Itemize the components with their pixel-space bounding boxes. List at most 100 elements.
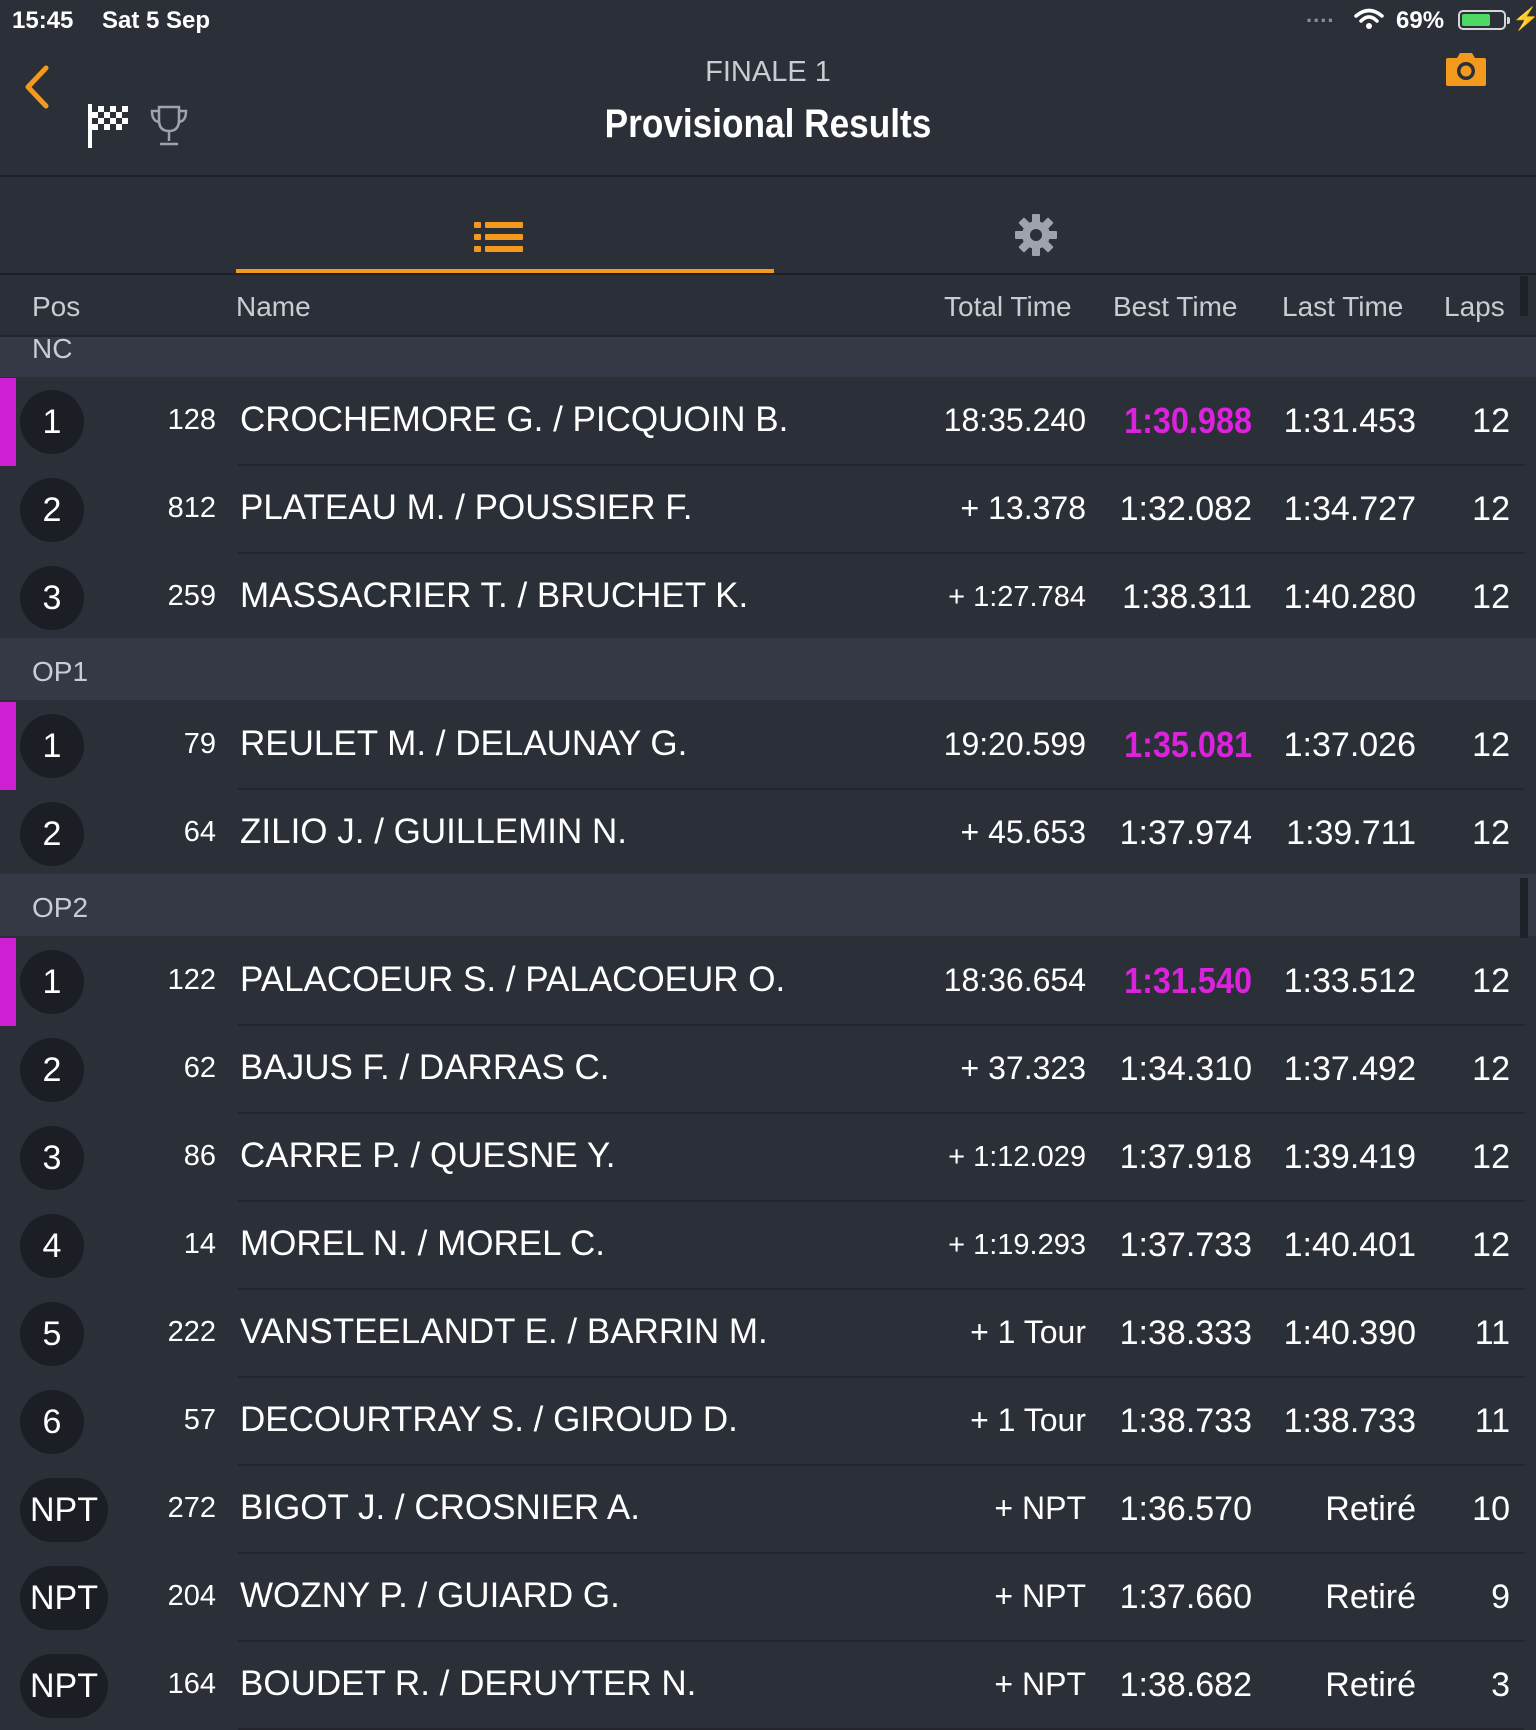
result-row[interactable]: 3 86 CARRE P. / QUESNE Y. + 1:12.029 1:37.91… (0, 1114, 1536, 1202)
kart-number: 222 (167, 1316, 216, 1348)
best-time: 1:35.081 (1124, 724, 1252, 765)
best-time: 1:32.082 (1119, 490, 1252, 528)
total-time: + 13.378 (960, 490, 1086, 526)
position-badge: 5 (20, 1302, 84, 1366)
total-time: + NPT (994, 1666, 1086, 1702)
last-time: 1:39.419 (1283, 1138, 1416, 1176)
tab-settings[interactable] (774, 177, 1312, 273)
group-label: NC (32, 333, 73, 364)
driver-names: ZILIO J. / GUILLEMIN N. (240, 812, 628, 851)
best-time: 1:37.660 (1119, 1578, 1252, 1616)
result-row[interactable]: 2 64 ZILIO J. / GUILLEMIN N. + 45.653 1:37.9… (0, 790, 1536, 878)
scrollbar-thumb[interactable] (1520, 878, 1528, 938)
best-time: 1:37.974 (1119, 814, 1252, 852)
battery-percent: 69% (1396, 7, 1445, 34)
result-row[interactable]: 6 57 DECOURTRAY S. / GIROUD D. + 1 Tour 1:38… (0, 1378, 1536, 1466)
laps-count: 3 (1491, 1666, 1510, 1704)
total-time: 19:20.599 (943, 726, 1086, 762)
driver-names: PALACOEUR S. / PALACOEUR O. (240, 960, 786, 999)
result-row[interactable]: 3 259 MASSACRIER T. / BRUCHET K. + 1:27.784… (0, 554, 1536, 642)
total-time: + 45.653 (960, 814, 1086, 850)
winner-highlight-bar (0, 378, 16, 466)
driver-names: BIGOT J. / CROSNIER A. (240, 1488, 640, 1527)
laps-count: 12 (1472, 962, 1510, 1000)
last-time: 1:31.453 (1283, 402, 1416, 440)
laps-count: 12 (1472, 814, 1510, 852)
result-row[interactable]: NPT 272 BIGOT J. / CROSNIER A. + NPT 1:36.57… (0, 1466, 1536, 1554)
position-badge: 1 (20, 390, 84, 454)
result-row[interactable]: 1 128 CROCHEMORE G. / PICQUOIN B. 18:35.240… (0, 378, 1536, 466)
last-time: 1:33.512 (1283, 962, 1416, 1000)
result-row[interactable]: 1 122 PALACOEUR S. / PALACOEUR O. 18:36.654… (0, 938, 1536, 1026)
best-time: 1:36.570 (1119, 1490, 1252, 1528)
position-badge: NPT (20, 1566, 108, 1630)
driver-names: BOUDET R. / DERUYTER N. (240, 1664, 697, 1703)
best-time: 1:30.988 (1124, 400, 1252, 441)
position-badge: 3 (20, 1126, 84, 1190)
view-tabs (0, 177, 1536, 275)
kart-number: 14 (183, 1228, 216, 1260)
last-time: 1:38.733 (1283, 1402, 1416, 1440)
list-icon (474, 222, 523, 252)
kart-number: 812 (167, 492, 216, 524)
result-row[interactable]: 4 14 MOREL N. / MOREL C. + 1:19.293 1:37.733… (0, 1202, 1536, 1290)
total-time: + 1 Tour (970, 1402, 1086, 1438)
driver-names: BAJUS F. / DARRAS C. (240, 1048, 610, 1087)
result-row[interactable]: 2 812 PLATEAU M. / POUSSIER F. + 13.378 1:32… (0, 466, 1536, 554)
kart-number: 128 (167, 404, 216, 436)
last-time: 1:37.026 (1283, 726, 1416, 764)
laps-count: 12 (1472, 1226, 1510, 1264)
best-time: 1:38.682 (1119, 1666, 1252, 1704)
kart-number: 164 (167, 1668, 216, 1700)
camera-icon[interactable] (1444, 50, 1488, 88)
session-subtitle: FINALE 1 (705, 56, 831, 88)
tab-results-list[interactable] (236, 177, 774, 273)
best-time: 1:38.333 (1119, 1314, 1252, 1352)
best-time: 1:31.540 (1124, 960, 1252, 1001)
kart-number: 259 (167, 580, 216, 612)
laps-count: 12 (1472, 578, 1510, 616)
col-pos[interactable]: Pos (32, 291, 80, 323)
driver-names: PLATEAU M. / POUSSIER F. (240, 488, 693, 527)
total-time: + 1:19.293 (948, 1229, 1086, 1261)
col-last-time[interactable]: Last Time (1282, 291, 1403, 323)
laps-count: 10 (1472, 1490, 1510, 1528)
group-header: OP1 (0, 638, 1536, 700)
driver-names: MASSACRIER T. / BRUCHET K. (240, 576, 749, 615)
result-row[interactable]: 1 79 REULET M. / DELAUNAY G. 19:20.599 1:35.… (0, 702, 1536, 790)
charging-bolt-icon: ⚡ (1512, 6, 1536, 31)
gear-icon (1015, 214, 1057, 256)
result-row[interactable]: 5 222 VANSTEELANDT E. / BARRIN M. + 1 Tour 1… (0, 1290, 1536, 1378)
col-best-time[interactable]: Best Time (1113, 291, 1237, 323)
last-time: Retiré (1325, 1490, 1416, 1528)
best-time: 1:34.310 (1119, 1050, 1252, 1088)
col-laps[interactable]: Laps (1444, 291, 1505, 323)
col-total-time[interactable]: Total Time (944, 291, 1072, 323)
status-time: 15:45 (12, 7, 74, 34)
result-row[interactable]: NPT 164 BOUDET R. / DERUYTER N. + NPT 1:38.6… (0, 1642, 1536, 1730)
group-label: OP1 (32, 656, 89, 687)
group-label: OP2 (32, 892, 89, 923)
last-time: Retiré (1325, 1666, 1416, 1704)
last-time: 1:40.401 (1283, 1226, 1416, 1264)
laps-count: 12 (1472, 1138, 1510, 1176)
laps-count: 11 (1474, 1314, 1510, 1352)
driver-names: MOREL N. / MOREL C. (240, 1224, 605, 1263)
last-time: 1:40.280 (1283, 578, 1416, 616)
position-badge: NPT (20, 1478, 108, 1542)
result-row[interactable]: NPT 204 WOZNY P. / GUIARD G. + NPT 1:37.660 R… (0, 1554, 1536, 1642)
col-name[interactable]: Name (236, 291, 311, 323)
result-row[interactable]: 2 62 BAJUS F. / DARRAS C. + 37.323 1:34.310 1… (0, 1026, 1536, 1114)
signal-dots-icon: .... (1306, 2, 1335, 27)
driver-names: CROCHEMORE G. / PICQUOIN B. (240, 400, 789, 439)
scrollbar[interactable] (1520, 276, 1528, 316)
driver-names: DECOURTRAY S. / GIROUD D. (240, 1400, 738, 1439)
group-header: NC (0, 333, 1536, 377)
winner-highlight-bar (0, 938, 16, 1026)
winner-highlight-bar (0, 702, 16, 790)
total-time: + NPT (994, 1490, 1086, 1526)
position-badge: 3 (20, 566, 84, 630)
wifi-icon (1354, 8, 1384, 29)
last-time: 1:37.492 (1283, 1050, 1416, 1088)
group-header: OP2 (0, 874, 1536, 936)
